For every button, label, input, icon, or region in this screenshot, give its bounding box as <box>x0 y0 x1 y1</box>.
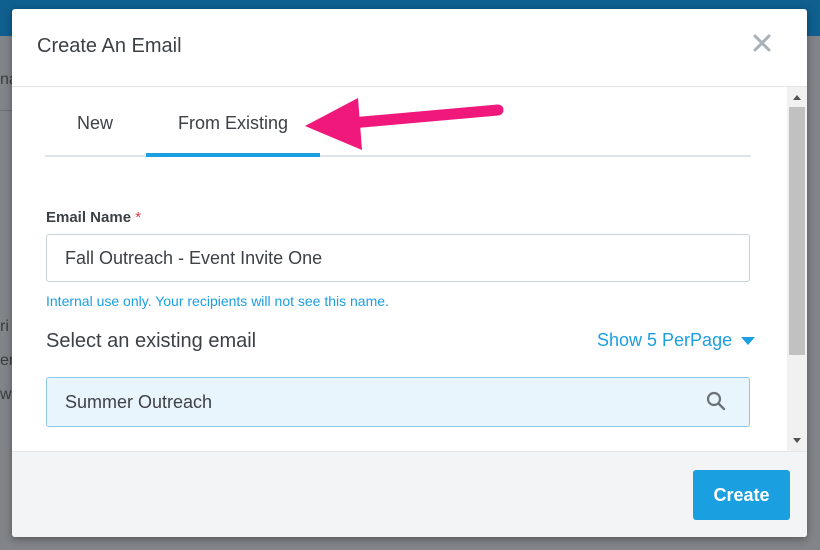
select-existing-label: Select an existing email <box>46 330 257 352</box>
annotation-arrow-icon <box>305 98 504 150</box>
background-text-fragment: ri <box>0 318 9 335</box>
email-name-label-text: Email Name <box>46 209 132 226</box>
email-name-field[interactable] <box>46 234 750 282</box>
modal-title: Create An Email <box>37 35 182 57</box>
chevron-down-icon <box>741 337 756 346</box>
email-name-hint: Internal use only. Your recipients will … <box>46 293 389 309</box>
tab-new[interactable]: New <box>77 113 113 134</box>
close-icon <box>753 34 771 52</box>
email-name-label: Email Name * <box>46 209 141 226</box>
search-icon[interactable] <box>706 391 726 411</box>
close-button[interactable] <box>750 31 774 55</box>
scrollbar-thumb[interactable] <box>789 107 805 355</box>
scroll-up-icon[interactable] <box>787 89 807 105</box>
search-input[interactable] <box>46 377 750 427</box>
create-button[interactable]: Create <box>693 470 790 520</box>
scroll-down-icon[interactable] <box>787 433 807 449</box>
per-page-label: Show 5 PerPage <box>597 330 733 350</box>
modal-scrollbar[interactable] <box>787 87 807 451</box>
active-tab-indicator <box>146 153 320 157</box>
modal-header: Create An Email <box>12 9 807 87</box>
modal-footer: Create <box>12 451 807 537</box>
required-marker: * <box>135 209 142 226</box>
tab-from-existing[interactable]: From Existing <box>178 113 288 134</box>
per-page-dropdown[interactable]: Show 5 PerPage <box>597 330 756 351</box>
create-email-modal: Create An Email New From Existing Email … <box>12 9 807 537</box>
